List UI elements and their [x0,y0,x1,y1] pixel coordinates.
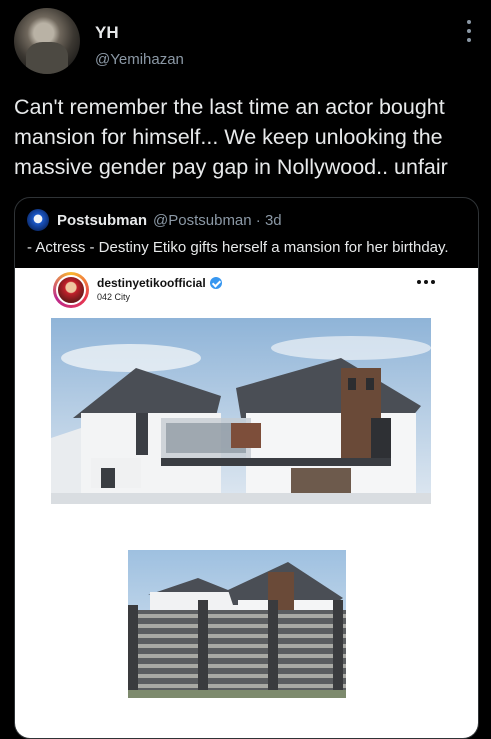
instagram-avatar [53,272,89,308]
instagram-screenshot[interactable]: destinyetikoofficial 042 City [15,268,478,738]
author-avatar[interactable] [14,8,80,74]
instagram-username-text: destinyetikoofficial [97,276,206,290]
author-handle[interactable]: @Yemihazan [95,51,184,68]
more-vertical-icon[interactable] [467,20,471,42]
author-name[interactable]: YH [95,23,119,43]
quoted-author-name: Postsubman [57,211,148,229]
quoted-author-handle: @Postsubman · 3d [153,211,282,229]
tweet-header: YH @Yemihazan [14,8,477,78]
quoted-author-avatar [27,209,49,231]
verified-badge-icon [209,277,222,289]
mansion-fence-photo [128,550,346,698]
quoted-text: - Actress - Destiny Etiko gifts herself … [27,239,449,256]
more-horizontal-icon [417,280,435,284]
instagram-username: destinyetikoofficial [97,276,222,290]
mansion-photo [51,318,431,504]
quoted-tweet[interactable]: Postsubman @Postsubman · 3d - Actress - … [14,197,479,739]
quoted-header: Postsubman @Postsubman · 3d [27,208,282,232]
tweet-text: Can't remember the last time an actor bo… [14,95,448,179]
instagram-location: 042 City [97,292,131,302]
